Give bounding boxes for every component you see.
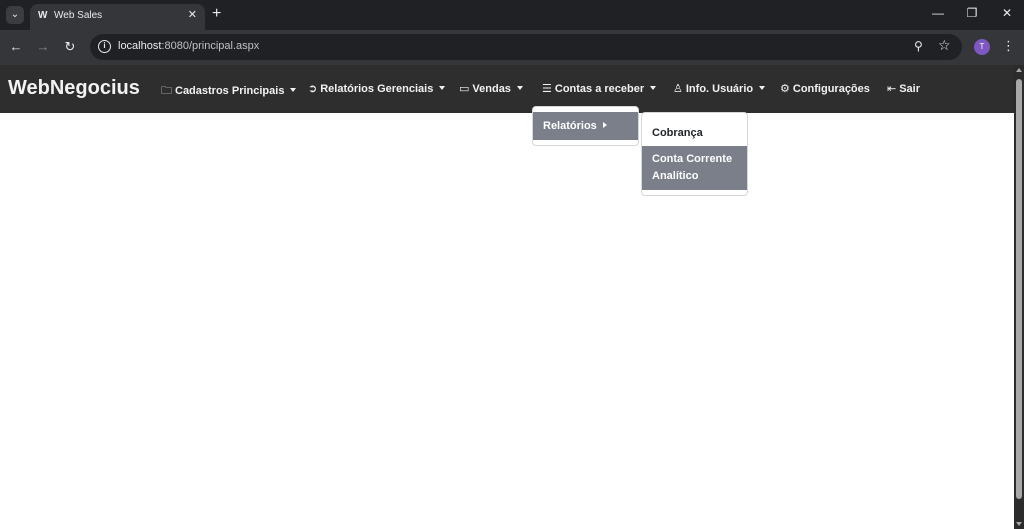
- arrow-circle-icon: ➲: [308, 83, 318, 95]
- tab-search-icon[interactable]: ⌄: [6, 6, 24, 24]
- url-host: localhost: [118, 40, 162, 52]
- tab-favicon-icon: W: [38, 10, 48, 21]
- gear-icon: ⚙: [780, 83, 790, 95]
- scroll-up-icon[interactable]: [1016, 68, 1022, 72]
- tab-title: Web Sales: [54, 10, 103, 21]
- caret-down-icon: [759, 86, 766, 90]
- nav-info-usuario[interactable]: ♙ Info. Usuário: [673, 82, 766, 95]
- browser-menu-icon[interactable]: ⋮: [1002, 38, 1015, 54]
- back-icon[interactable]: ←: [7, 39, 25, 54]
- browser-tab[interactable]: W Web Sales ✕: [30, 4, 205, 30]
- url-text[interactable]: localhost:8080/principal.aspx: [118, 40, 259, 52]
- logout-icon: ⇤: [887, 83, 897, 95]
- briefcase-icon: ▭: [459, 83, 470, 95]
- page-scrollbar[interactable]: [1014, 65, 1024, 529]
- address-bar[interactable]: i localhost:8080/principal.aspx ⚲ ☆: [90, 34, 962, 60]
- window-close-icon[interactable]: ✕: [997, 6, 1017, 20]
- scroll-thumb[interactable]: [1016, 79, 1022, 499]
- menu-item-relatorios[interactable]: Relatórios: [533, 112, 638, 140]
- nav-label: Configurações: [792, 83, 870, 95]
- scroll-down-icon[interactable]: [1016, 522, 1022, 526]
- nav-configuracoes[interactable]: ⚙ Configurações: [780, 82, 870, 95]
- caret-down-icon: [650, 86, 657, 90]
- browser-tabstrip: ⌄ W Web Sales ✕ + — ❐ ✕: [0, 0, 1024, 30]
- forward-icon[interactable]: →: [34, 39, 52, 54]
- caret-right-icon: [602, 122, 607, 128]
- app-navbar: WebNegocius 🗀 Cadastros Principais ➲ Relat…: [0, 65, 1014, 113]
- contas-dropdown-menu: Relatórios: [532, 106, 639, 146]
- reload-icon[interactable]: ↻: [61, 39, 79, 55]
- bookmark-star-icon[interactable]: ☆: [938, 37, 951, 54]
- minimize-icon[interactable]: —: [928, 6, 948, 20]
- nav-label: Relatórios Gerenciais: [320, 83, 434, 95]
- profile-avatar[interactable]: T: [974, 39, 990, 55]
- folder-icon: 🗀: [161, 85, 172, 97]
- url-path: :8080/principal.aspx: [161, 40, 260, 52]
- nav-label: Vendas: [472, 83, 511, 95]
- nav-label: Cadastros Principais: [175, 85, 285, 97]
- brand-logo[interactable]: WebNegocius: [8, 77, 140, 100]
- menu-item-label: Relatórios: [543, 120, 597, 132]
- nav-label: Sair: [899, 83, 921, 95]
- nav-contas-a-receber[interactable]: ☰ Contas a receber: [542, 82, 657, 95]
- nav-label: Contas a receber: [554, 83, 645, 95]
- caret-down-icon: [516, 86, 523, 90]
- nav-cadastros-principais[interactable]: 🗀 Cadastros Principais: [161, 82, 297, 101]
- restore-icon[interactable]: ❐: [962, 6, 982, 20]
- menu-item-conta-corrente-analitico[interactable]: Conta Corrente Analítico: [642, 146, 747, 190]
- menu-item-cobranca[interactable]: Cobrança: [642, 119, 747, 147]
- nav-vendas[interactable]: ▭ Vendas: [459, 82, 523, 95]
- user-icon: ♙: [673, 83, 683, 95]
- zoom-icon[interactable]: ⚲: [914, 39, 923, 53]
- nav-label: Info. Usuário: [685, 83, 754, 95]
- menu-item-label: Conta Corrente Analítico: [652, 153, 733, 182]
- caret-down-icon: [439, 86, 446, 90]
- list-icon: ☰: [542, 83, 552, 95]
- site-info-icon[interactable]: i: [98, 40, 111, 53]
- tab-close-icon[interactable]: ✕: [188, 8, 197, 21]
- caret-down-icon: [290, 88, 297, 92]
- nav-sair[interactable]: ⇤ Sair: [887, 82, 920, 95]
- nav-relatorios-gerenciais[interactable]: ➲ Relatórios Gerenciais: [308, 82, 446, 95]
- new-tab-icon[interactable]: +: [212, 5, 221, 23]
- relatorios-submenu: Cobrança Conta Corrente Analítico: [641, 112, 748, 196]
- browser-toolbar: ← → ↻ i localhost:8080/principal.aspx ⚲ …: [0, 30, 1024, 65]
